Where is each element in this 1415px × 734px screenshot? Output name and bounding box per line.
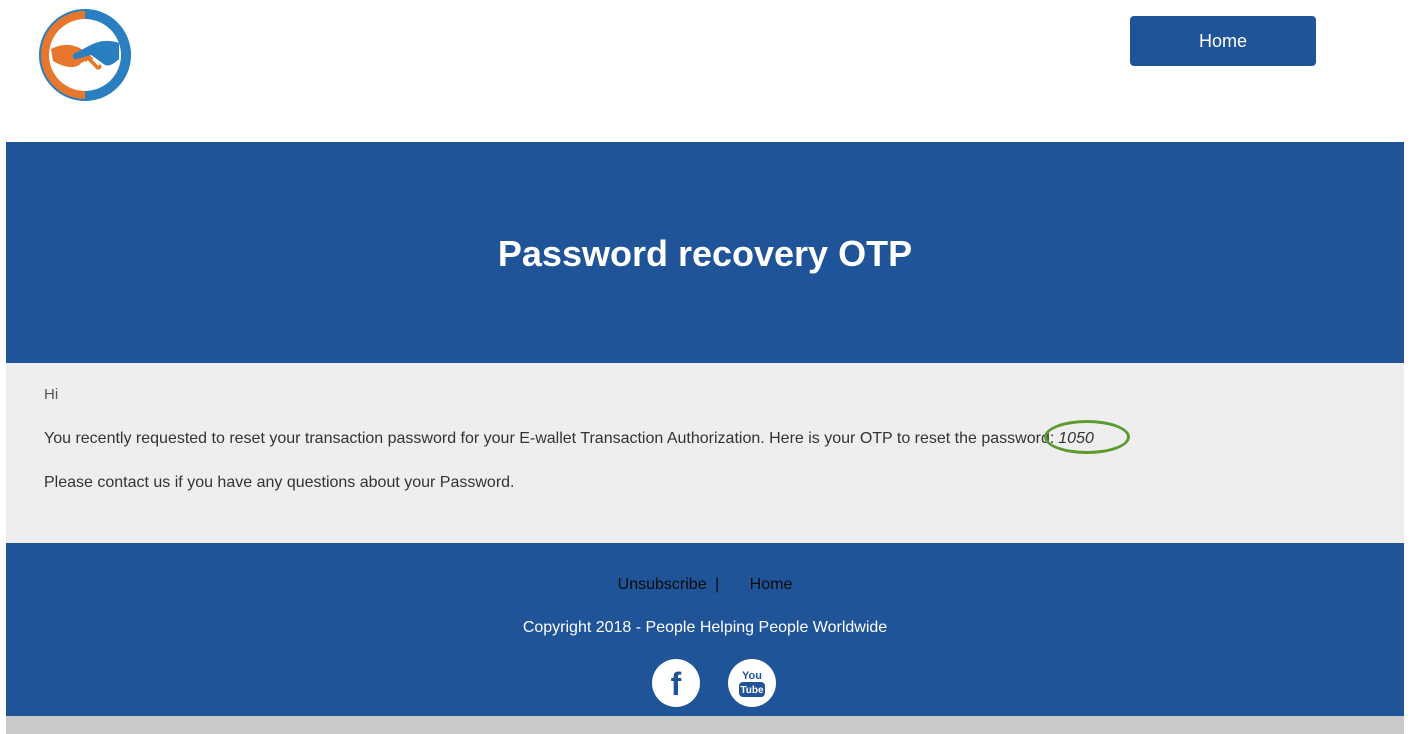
footer: Unsubscribe | Home Copyright 2018 - Peop…: [6, 543, 1404, 716]
footer-home-link[interactable]: Home: [750, 576, 793, 593]
home-button[interactable]: Home: [1130, 16, 1316, 66]
otp-code: 1050: [1044, 420, 1131, 454]
facebook-icon[interactable]: f: [652, 659, 700, 707]
footer-links: Unsubscribe | Home: [6, 575, 1404, 595]
otp-message: You recently requested to reset your tra…: [44, 420, 1131, 454]
youtube-glyph-bottom: Tube: [740, 685, 764, 696]
greeting-text: Hi: [44, 386, 59, 403]
page-title: Password recovery OTP: [497, 233, 913, 274]
contact-text: Please contact us if you have any questi…: [44, 474, 515, 491]
footer-separator: |: [715, 576, 720, 593]
facebook-glyph: f: [670, 666, 682, 702]
message-body: Hi You recently requested to reset your …: [6, 363, 1404, 543]
copyright-text: Copyright 2018 - People Helping People W…: [522, 619, 888, 636]
handshake-logo-icon: [35, 7, 135, 103]
hero-banner: Password recovery OTP: [6, 142, 1404, 363]
otp-code-value: 1050: [1058, 430, 1094, 447]
youtube-icon[interactable]: You Tube: [728, 659, 776, 707]
unsubscribe-link[interactable]: Unsubscribe: [618, 576, 707, 593]
email-page: Home Password recovery OTP Hi You recent…: [0, 0, 1415, 734]
bottom-scroll-bar: [6, 716, 1404, 734]
youtube-glyph: You Tube: [739, 670, 765, 697]
otp-message-text: You recently requested to reset your tra…: [44, 430, 1055, 447]
youtube-glyph-top: You: [742, 670, 762, 682]
